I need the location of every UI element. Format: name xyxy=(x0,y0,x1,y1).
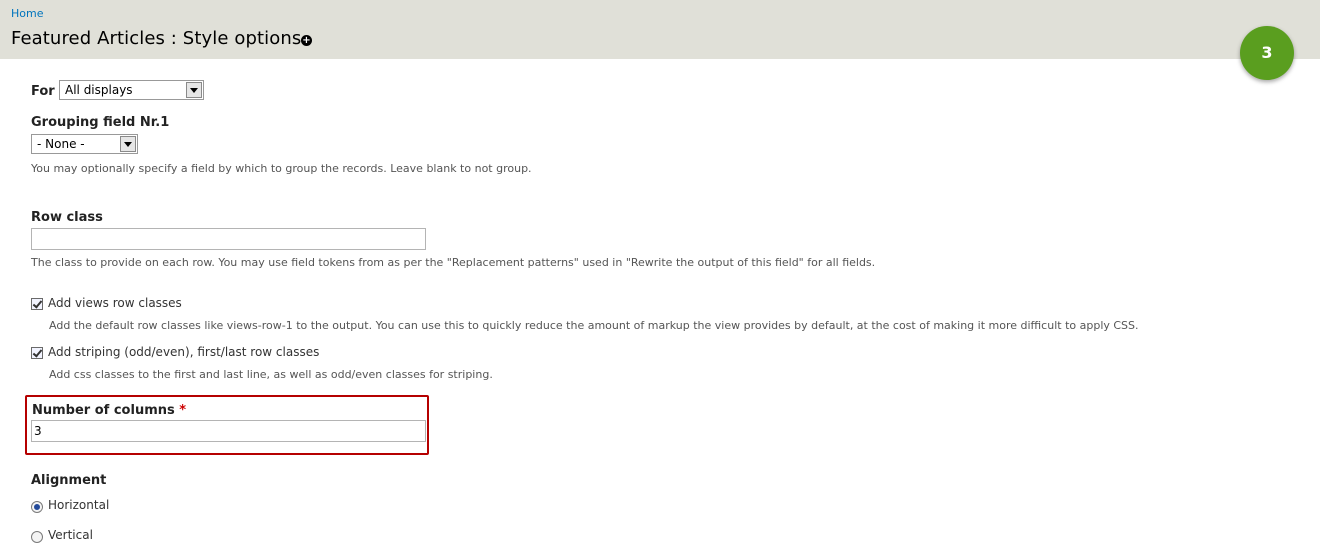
striping-checkbox[interactable] xyxy=(31,347,43,359)
for-label: For xyxy=(31,84,55,99)
chevron-down-icon xyxy=(186,82,202,98)
grouping-field-description: You may optionally specify a field by wh… xyxy=(31,162,532,175)
row-class-label: Row class xyxy=(31,210,103,225)
plus-circle-icon[interactable]: + xyxy=(301,35,312,46)
views-row-classes-description: Add the default row classes like views-r… xyxy=(49,319,1139,332)
page-title: Featured Articles : Style options xyxy=(11,28,302,49)
views-row-classes-checkbox[interactable] xyxy=(31,298,43,310)
row-class-description: The class to provide on each row. You ma… xyxy=(31,256,876,269)
alignment-label: Alignment xyxy=(31,473,107,488)
views-row-classes-label[interactable]: Add views row classes xyxy=(48,296,182,310)
row-class-input[interactable] xyxy=(31,228,426,250)
striping-description: Add css classes to the first and last li… xyxy=(49,368,493,381)
striping-label[interactable]: Add striping (odd/even), first/last row … xyxy=(48,345,319,359)
chevron-down-icon xyxy=(120,136,136,152)
radio-horizontal[interactable] xyxy=(31,501,43,513)
grouping-field-label: Grouping field Nr.1 xyxy=(31,115,170,130)
for-select-value: All displays xyxy=(65,83,133,97)
step-badge: 3 xyxy=(1240,26,1294,80)
required-marker: * xyxy=(179,403,187,418)
number-of-columns-label: Number of columns * xyxy=(32,403,186,418)
radio-horizontal-label[interactable]: Horizontal xyxy=(48,498,109,512)
for-select[interactable]: All displays xyxy=(59,80,204,100)
grouping-field-value: - None - xyxy=(37,137,85,151)
page-header: Home Featured Articles : Style options + xyxy=(0,0,1320,59)
radio-vertical-label[interactable]: Vertical xyxy=(48,528,93,542)
number-of-columns-text: Number of columns xyxy=(32,403,175,418)
number-of-columns-input[interactable] xyxy=(31,420,426,442)
grouping-field-select[interactable]: - None - xyxy=(31,134,138,154)
breadcrumb-home[interactable]: Home xyxy=(11,7,43,20)
radio-vertical[interactable] xyxy=(31,531,43,543)
